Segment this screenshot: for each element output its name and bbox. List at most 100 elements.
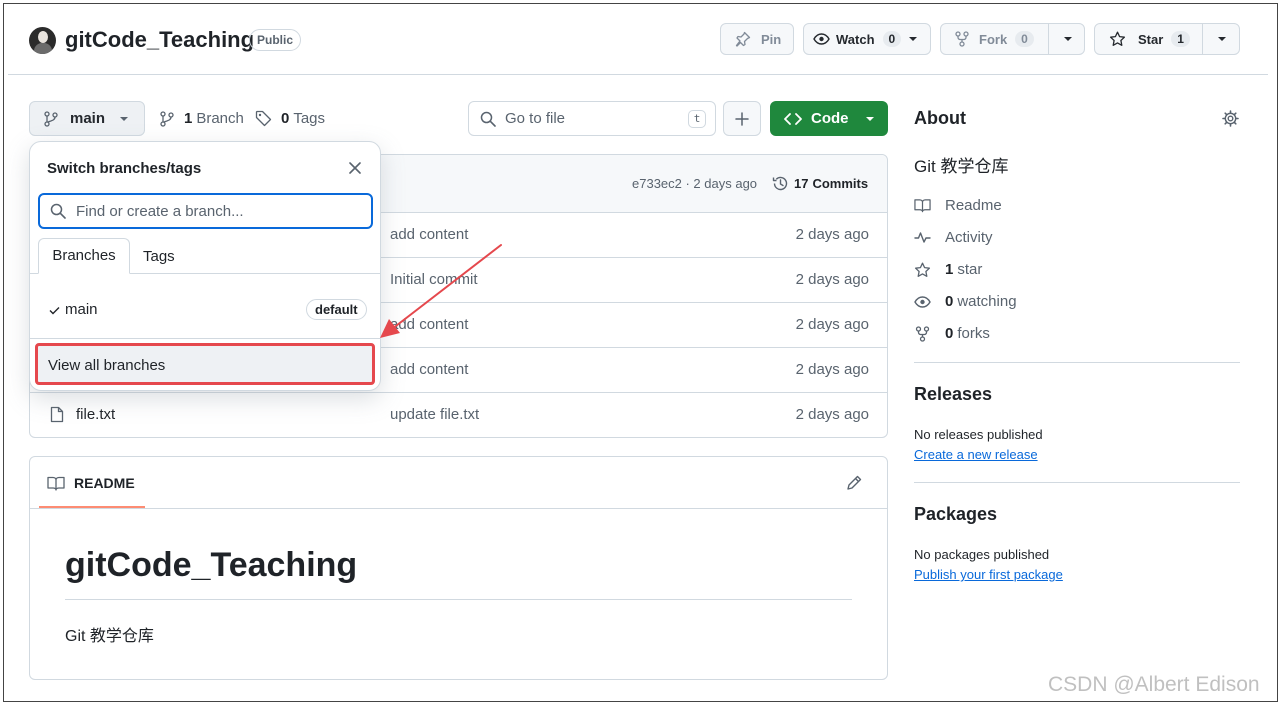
- packages-empty: No packages published: [914, 547, 1050, 562]
- tab-tags[interactable]: Tags: [143, 248, 175, 265]
- branch-dropdown: Switch branches/tags Find or create a br…: [29, 141, 381, 391]
- publish-package-link[interactable]: Publish your first package: [914, 567, 1063, 582]
- tab-branches[interactable]: Branches: [38, 238, 130, 274]
- owner-avatar[interactable]: [29, 27, 56, 54]
- caret-down-icon: [909, 37, 918, 41]
- packages-title[interactable]: Packages: [914, 504, 997, 525]
- branch-count: 1: [184, 110, 193, 127]
- about-title: About: [914, 108, 966, 128]
- watch-count: 0: [882, 31, 902, 47]
- commits-link[interactable]: 17 Commits: [772, 175, 868, 192]
- star-dropdown-toggle[interactable]: [1217, 36, 1227, 42]
- star-icon: [1109, 31, 1126, 46]
- watch-button[interactable]: Watch 0: [804, 24, 902, 54]
- create-release-link[interactable]: Create a new release: [914, 447, 1038, 462]
- forks-label: forks: [957, 325, 990, 342]
- file-name[interactable]: file.txt: [76, 406, 115, 423]
- watermark: CSDN @Albert Edison: [1048, 673, 1260, 696]
- activity-link[interactable]: Activity: [914, 229, 993, 246]
- pin-button[interactable]: Pin: [720, 23, 794, 55]
- branches-link[interactable]: 1 Branch: [160, 110, 244, 127]
- file-icon: [50, 406, 64, 423]
- eye-icon: [914, 295, 931, 308]
- readme-tab[interactable]: README: [47, 475, 135, 491]
- star-count: 1: [1171, 31, 1190, 47]
- branch-search-placeholder: Find or create a branch...: [76, 202, 244, 220]
- repo-name[interactable]: gitCode_Teaching: [65, 27, 254, 53]
- annotation-arrow: [380, 244, 502, 338]
- code-button[interactable]: Code: [770, 101, 888, 136]
- commit-message[interactable]: add content: [390, 361, 468, 378]
- commit-date: 2 days ago: [795, 406, 869, 423]
- watching-count: 0: [945, 293, 954, 310]
- repo-forked-icon: [915, 325, 930, 342]
- star-button[interactable]: Star 1: [1095, 24, 1202, 54]
- branch-search-input[interactable]: Find or create a branch...: [38, 193, 373, 229]
- go-to-file-placeholder: Go to file: [505, 110, 566, 127]
- caret-down-icon: [120, 116, 129, 121]
- eye-icon: [813, 33, 830, 45]
- fork-button-group: Fork 0: [940, 23, 1085, 55]
- code-label: Code: [811, 110, 849, 127]
- view-all-branches-link[interactable]: View all branches: [35, 343, 375, 385]
- releases-title[interactable]: Releases: [914, 384, 992, 405]
- tags-link[interactable]: 0 Tags: [255, 110, 325, 127]
- commit-message[interactable]: update file.txt: [390, 406, 479, 423]
- branch-list-item[interactable]: main default: [30, 292, 380, 328]
- repo-forked-icon: [955, 31, 969, 47]
- search-icon: [480, 111, 496, 127]
- sidebar-divider: [914, 362, 1240, 363]
- watch-button-group: Watch 0: [803, 23, 931, 55]
- stars-link[interactable]: 1 star: [914, 261, 982, 278]
- readme-heading-rule: [65, 599, 852, 600]
- latest-commit-hash-time[interactable]: e733ec2 · 2 days ago: [632, 176, 757, 191]
- caret-down-icon: [1064, 37, 1072, 41]
- about-description: Git 教学仓库: [914, 157, 1009, 176]
- pulse-icon: [914, 232, 931, 243]
- history-icon: [772, 176, 788, 191]
- commits-label: Commits: [812, 176, 869, 191]
- stars-count: 1: [945, 261, 954, 278]
- git-branch-icon: [44, 110, 58, 127]
- readme-link[interactable]: Readme: [914, 197, 1002, 214]
- fork-count: 0: [1015, 31, 1034, 47]
- gear-icon[interactable]: [1222, 110, 1239, 127]
- readme-header-divider: [30, 508, 887, 509]
- star-separator: [1202, 24, 1203, 54]
- commit-date: 2 days ago: [795, 271, 869, 288]
- plus-icon: [735, 111, 749, 126]
- stars-label: star: [957, 261, 983, 278]
- commits-count: 17: [794, 176, 809, 191]
- default-badge: default: [306, 299, 367, 320]
- watching-link[interactable]: 0 watching: [914, 293, 1017, 310]
- branch-selector-button[interactable]: main: [29, 101, 145, 136]
- star-icon: [914, 262, 931, 277]
- book-icon: [47, 476, 65, 491]
- activity-link-label: Activity: [945, 229, 993, 246]
- branch-name: main: [65, 301, 98, 318]
- close-icon[interactable]: [349, 162, 361, 174]
- fork-button[interactable]: Fork 0: [941, 24, 1048, 54]
- releases-empty: No releases published: [914, 427, 1043, 442]
- forks-link[interactable]: 0 forks: [914, 325, 990, 342]
- search-icon: [50, 203, 66, 219]
- branch-count-label: Branch: [196, 110, 244, 127]
- current-branch-label: main: [70, 110, 106, 127]
- pencil-icon[interactable]: [846, 475, 862, 491]
- readme-link-label: Readme: [945, 197, 1002, 214]
- visibility-badge: Public: [249, 29, 302, 51]
- caret-down-icon: [1218, 37, 1226, 41]
- star-button-group: Star 1: [1094, 23, 1240, 55]
- tag-icon: [255, 110, 272, 127]
- book-icon: [914, 199, 931, 213]
- sidebar-divider: [914, 482, 1240, 483]
- commit-date: 2 days ago: [795, 226, 869, 243]
- table-row[interactable]: file.txt update file.txt 2 days ago: [30, 392, 887, 437]
- pin-icon: [735, 31, 751, 47]
- add-file-button[interactable]: [723, 101, 761, 136]
- fork-dropdown-toggle[interactable]: [1063, 36, 1073, 42]
- watch-dropdown-toggle[interactable]: [908, 36, 918, 42]
- star-label: Star: [1138, 31, 1164, 47]
- go-to-file-input[interactable]: Go to file t: [468, 101, 716, 136]
- check-icon: [49, 307, 60, 315]
